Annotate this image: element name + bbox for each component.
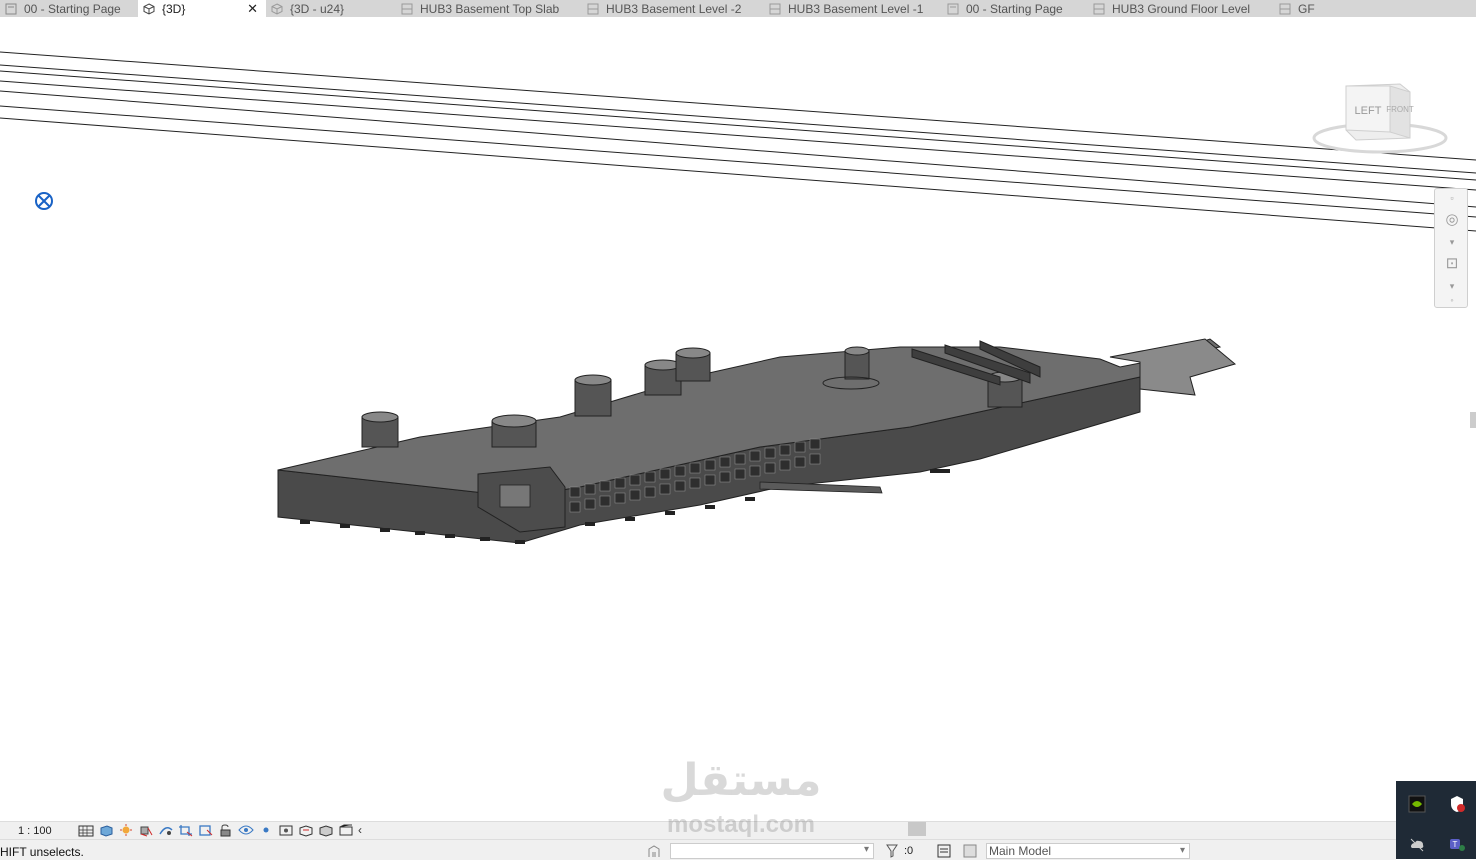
tab-label: {3D} xyxy=(162,1,186,16)
view-cube[interactable]: LEFT FRONT xyxy=(1310,80,1450,160)
workset-dropdown[interactable]: ▾ xyxy=(670,843,874,859)
security-shield-icon[interactable] xyxy=(1448,795,1466,813)
show-crop-region-icon[interactable] xyxy=(198,824,214,837)
view-scale[interactable]: 1 : 100 xyxy=(0,825,78,837)
tab-basement-top-slab[interactable]: HUB3 Basement Top Slab xyxy=(396,0,582,17)
tab-label: 00 - Starting Page xyxy=(966,1,1063,16)
onedrive-offline-icon[interactable] xyxy=(1408,835,1426,853)
collapse-icon[interactable]: ‹ xyxy=(358,824,374,837)
temporary-view-properties-icon[interactable] xyxy=(278,824,294,837)
reveal-hidden-icon[interactable] xyxy=(258,824,274,837)
horizontal-scrollbar-thumb[interactable] xyxy=(908,822,926,836)
shadows-icon[interactable] xyxy=(138,824,154,837)
tab-starting-page[interactable]: 00 - Starting Page xyxy=(0,0,138,17)
visual-style-icon[interactable] xyxy=(98,824,114,837)
close-tab-button[interactable]: ✕ xyxy=(247,1,258,17)
level-lines xyxy=(0,51,1476,232)
design-options-icon[interactable] xyxy=(962,843,978,859)
view-cube-graphic: LEFT FRONT xyxy=(1312,83,1448,154)
tab-label: HUB3 Ground Floor Level xyxy=(1112,1,1251,16)
tab-label: 00 - Starting Page xyxy=(24,1,121,16)
vertical-scrollbar[interactable] xyxy=(1470,412,1476,428)
show-rendering-icon[interactable] xyxy=(158,824,174,837)
status-message: HIFT unselects. xyxy=(0,845,84,859)
active-model-label: Main Model xyxy=(989,844,1052,858)
nav-options-icon[interactable]: ◦ xyxy=(1441,289,1463,311)
tab-label: {3D - u24} xyxy=(290,1,345,16)
floor-plan-icon xyxy=(587,3,599,14)
worksets-icon[interactable] xyxy=(646,844,662,858)
tab-label: HUB3 Basement Top Slab xyxy=(420,1,560,16)
tab-3d-u24[interactable]: {3D - u24} xyxy=(266,0,396,17)
chevron-down-icon[interactable]: ▾ xyxy=(1441,231,1463,253)
floor-plan-icon xyxy=(401,3,413,14)
teams-icon[interactable]: T xyxy=(1448,835,1466,853)
temporary-hide-icon[interactable] xyxy=(238,824,254,837)
sheet-icon xyxy=(947,3,959,14)
floor-plan-icon xyxy=(1279,3,1291,14)
chevron-down-icon: ▾ xyxy=(863,844,869,855)
navigation-bar: ▫ ◎ ▾ ⊡ ▾ ◦ xyxy=(1434,188,1468,308)
svg-text:T: T xyxy=(1453,840,1458,849)
floor-plan-icon xyxy=(769,3,781,14)
editable-only-icon[interactable] xyxy=(936,843,952,859)
crop-view-icon[interactable] xyxy=(178,824,194,837)
reveal-constraints-icon[interactable] xyxy=(338,824,354,837)
3d-viewport[interactable] xyxy=(0,17,1476,821)
unlock-3d-view-icon[interactable] xyxy=(218,824,234,837)
tab-3d[interactable]: {3D} ✕ xyxy=(138,0,266,17)
tab-ground-floor-level[interactable]: HUB3 Ground Floor Level xyxy=(1088,0,1274,17)
tab-label: HUB3 Basement Level -1 xyxy=(788,1,924,16)
front-face-label: FRONT xyxy=(1386,105,1414,114)
view-tab-bar: 00 - Starting Page {3D} ✕ {3D - u24} HUB… xyxy=(0,0,1476,17)
target-crosshair-icon[interactable] xyxy=(34,191,54,211)
hide-analytical-model-icon[interactable] xyxy=(298,824,314,837)
3d-view-icon xyxy=(143,2,155,15)
tab-starting-page-2[interactable]: 00 - Starting Page xyxy=(942,0,1088,17)
view-control-bar: 1 : 100 ‹ xyxy=(0,821,1396,839)
3d-view-icon xyxy=(271,2,283,15)
steering-wheel-icon[interactable]: ◎ xyxy=(1441,209,1463,231)
tab-basement-level-1[interactable]: HUB3 Basement Level -1 xyxy=(764,0,942,17)
chevron-down-icon: ▾ xyxy=(1179,845,1185,856)
model-canvas[interactable] xyxy=(0,17,1476,821)
selection-count: :0 xyxy=(904,845,914,857)
floor-plan-icon xyxy=(1093,3,1105,14)
highlight-displacement-icon[interactable] xyxy=(318,824,334,837)
tab-label: GF xyxy=(1298,1,1315,16)
system-tray: T xyxy=(1396,781,1476,859)
nvidia-icon[interactable] xyxy=(1408,795,1426,813)
tab-gf[interactable]: GF xyxy=(1274,0,1394,17)
detail-level-icon[interactable] xyxy=(78,824,94,837)
zoom-region-icon[interactable]: ⊡ xyxy=(1441,253,1463,275)
active-model-dropdown[interactable]: Main Model ▾ xyxy=(986,843,1190,859)
tab-label: HUB3 Basement Level -2 xyxy=(606,1,742,16)
building-model[interactable] xyxy=(277,338,1237,544)
sheet-icon xyxy=(5,3,17,14)
filter-icon[interactable] xyxy=(884,843,900,859)
left-face-label: LEFT xyxy=(1355,105,1382,117)
tab-basement-level-2[interactable]: HUB3 Basement Level -2 xyxy=(582,0,764,17)
sun-path-icon[interactable] xyxy=(118,824,134,837)
